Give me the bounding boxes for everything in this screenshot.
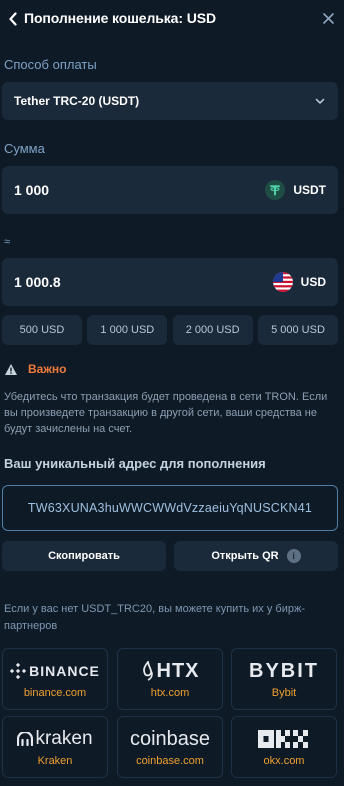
warning-title: Важно xyxy=(28,362,67,376)
binance-logo-text: BINANCE xyxy=(29,663,100,679)
okx-logo-mark xyxy=(258,730,308,748)
payment-method-select[interactable]: Tether TRC-20 (USDT) xyxy=(2,82,338,120)
copy-button[interactable]: Скопировать xyxy=(2,541,166,571)
chevron-left-icon xyxy=(9,12,17,26)
exchange-kraken[interactable]: kraken Kraken xyxy=(2,716,108,778)
preset-500-button[interactable]: 500 USD xyxy=(2,315,82,345)
preset-2000-button[interactable]: 2 000 USD xyxy=(172,315,253,345)
close-icon xyxy=(322,12,334,24)
amount-input[interactable] xyxy=(14,182,266,198)
amount-currency: USDT xyxy=(293,183,326,197)
warning-text: Убедитесь что транзакция будет проведена… xyxy=(4,391,328,435)
converted-input[interactable] xyxy=(14,274,273,290)
exchange-okx[interactable]: okx.com xyxy=(231,716,337,778)
buy-note: Если у вас нет USDT_TRC20, вы можете куп… xyxy=(4,603,305,632)
coinbase-logo: coinbase xyxy=(130,727,210,751)
warning-icon xyxy=(5,363,17,375)
page-title: Пополнение кошелька: USD xyxy=(24,10,216,26)
info-icon: i xyxy=(286,549,301,563)
exchange-name: binance.com xyxy=(23,687,87,699)
copy-button-label: Скопировать xyxy=(48,550,120,562)
deposit-address-field[interactable]: TW63XUNA3huWWCWWdVzzaeiuYqNUSCKN41 xyxy=(2,485,338,531)
preset-5000-button[interactable]: 5 000 USD xyxy=(257,315,338,345)
back-button[interactable] xyxy=(4,9,22,29)
exchange-coinbase[interactable]: coinbase coinbase.com xyxy=(117,716,223,778)
coinbase-logo-text: coinbase xyxy=(129,727,211,750)
open-qr-button[interactable]: Открыть QR i xyxy=(174,541,338,571)
exchange-htx[interactable]: HTX htx.com xyxy=(117,648,223,710)
okx-logo xyxy=(258,727,310,751)
kraken-logo-text: kraken xyxy=(35,728,93,749)
bybit-logo: BYBIT xyxy=(249,659,319,683)
exchange-binance[interactable]: BINANCE binance.com xyxy=(2,648,108,710)
exchange-name: Bybit xyxy=(271,687,297,699)
payment-method-value: Tether TRC-20 (USDT) xyxy=(14,94,140,108)
approx-sign: ≈ xyxy=(4,236,11,248)
chevron-down-icon xyxy=(315,98,325,104)
close-button[interactable] xyxy=(320,9,336,27)
htx-logo-text: HTX xyxy=(156,659,200,682)
binance-logo: BINANCE xyxy=(10,659,100,683)
deposit-address-value: TW63XUNA3huWWCWWdVzzaeiuYqNUSCKN41 xyxy=(27,501,313,515)
exchange-bybit[interactable]: BYBIT Bybit xyxy=(231,648,337,710)
exchange-name: Kraken xyxy=(37,755,73,767)
exchange-name: coinbase.com xyxy=(136,755,204,767)
us-flag-icon xyxy=(272,272,293,292)
htx-logo: HTX xyxy=(141,659,200,683)
address-label: Ваш уникальный адрес для пополнения xyxy=(4,456,266,471)
preset-1000-button[interactable]: 1 000 USD xyxy=(87,315,168,345)
payment-method-label: Способ оплаты xyxy=(4,57,97,72)
amount-field[interactable]: USDT xyxy=(2,166,338,214)
amount-label: Сумма xyxy=(4,141,45,156)
deposit-panel: Пополнение кошелька: USD Способ оплаты T… xyxy=(0,0,344,786)
exchange-name: htx.com xyxy=(150,687,190,699)
amount-presets: 500 USD 1 000 USD 2 000 USD 5 000 USD xyxy=(2,315,338,345)
converted-field[interactable]: USD xyxy=(2,258,338,306)
tether-icon xyxy=(265,180,286,200)
open-qr-button-label: Открыть QR xyxy=(211,550,279,562)
bybit-logo-text: BYBIT xyxy=(249,659,319,682)
kraken-logo: kraken xyxy=(17,727,93,751)
exchange-name: okx.com xyxy=(263,755,305,767)
converted-currency: USD xyxy=(300,275,326,289)
header: Пополнение кошелька: USD xyxy=(0,0,344,38)
warning-header: Важно xyxy=(4,362,66,376)
